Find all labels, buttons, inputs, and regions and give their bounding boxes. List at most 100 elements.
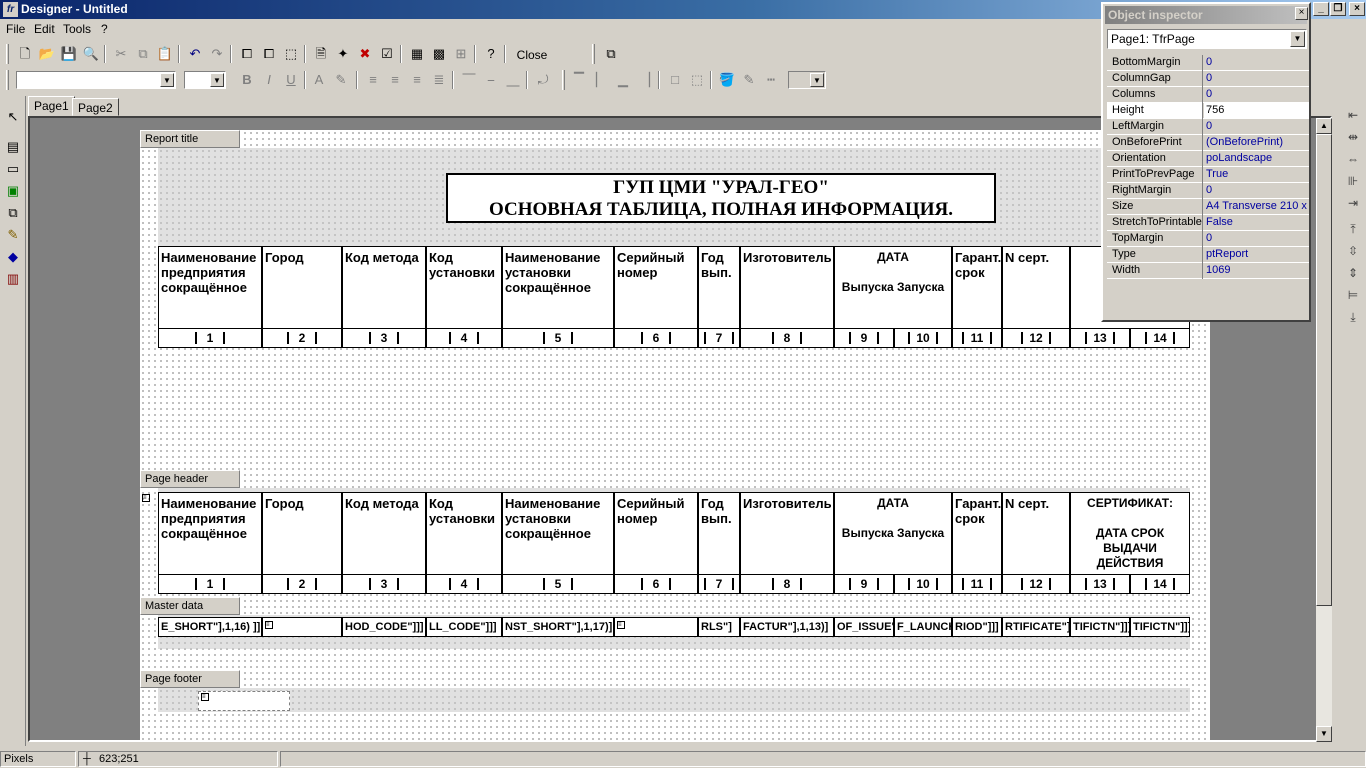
band-label[interactable]: Master data (140, 597, 240, 615)
header-cell[interactable]: Год вып. (698, 492, 740, 574)
show-grid-icon[interactable]: ▦ (406, 44, 428, 64)
add-page-icon[interactable]: 🗎 (310, 44, 332, 64)
header-cell[interactable]: СЕРТИФИКАТ: ДАТА СРОК ВЫДАЧИ ДЕЙСТВИЯ (1070, 492, 1190, 574)
column-number-cell[interactable]: 3 (342, 574, 426, 594)
undo-icon[interactable]: ↶ (184, 44, 206, 64)
center-horizontally-icon[interactable]: ⇔ (1344, 150, 1362, 168)
select-pointer-icon[interactable]: ↖ (4, 108, 22, 126)
report-page[interactable]: Report title ГУП ЦМИ "УРАЛ-ГЕО" ОСНОВНАЯ… (140, 130, 1210, 740)
close-button[interactable]: Close (508, 45, 556, 65)
column-number-cell[interactable]: 11 (952, 328, 1002, 348)
bring-to-front-icon[interactable]: ⧠ (236, 44, 258, 64)
property-value[interactable]: A4 Transverse 210 x 2 (1204, 199, 1309, 215)
font-name-select[interactable]: ▼ (16, 71, 176, 89)
column-number-cell[interactable]: 8 (740, 328, 834, 348)
header-cell[interactable]: Код установки (426, 492, 502, 574)
save-icon[interactable]: 💾 (58, 44, 80, 64)
scroll-thumb[interactable] (1316, 134, 1332, 606)
column-number-cell[interactable]: 2 (262, 574, 342, 594)
property-row[interactable]: Size A4 Transverse 210 x 2 (1107, 199, 1309, 215)
data-field[interactable]: LL_CODE"]]] (426, 617, 502, 637)
align-rights-icon[interactable]: ⇥ (1344, 194, 1362, 212)
close-icon[interactable]: × (1295, 7, 1308, 20)
property-row[interactable]: LeftMargin 0 (1107, 119, 1309, 135)
scroll-up-icon[interactable]: ▲ (1316, 118, 1332, 134)
rotate-text-icon[interactable]: ⤾ (532, 70, 554, 90)
band-page-footer[interactable]: Page footer ≡ (140, 670, 1210, 730)
data-field[interactable]: RTIFICATE"] (1002, 617, 1070, 637)
band-label[interactable]: Page header (140, 470, 240, 488)
data-field[interactable]: RIOD"]]] (952, 617, 1002, 637)
subreport-icon[interactable]: ⧉ (4, 204, 22, 222)
frame-style-icon[interactable]: ┅ (760, 70, 782, 90)
shape-object-icon[interactable]: ◆ (4, 248, 22, 266)
header-cell[interactable]: Код метода (342, 246, 426, 328)
property-row[interactable]: Orientation poLandscape (1107, 151, 1309, 167)
property-row[interactable]: StretchToPrintable False (1107, 215, 1309, 231)
property-value[interactable]: 0 (1204, 231, 1309, 247)
property-row[interactable]: Width 1069 (1107, 263, 1309, 279)
column-number-cell[interactable]: 7 (698, 574, 740, 594)
frame-color-icon[interactable]: ✎ (738, 70, 760, 90)
toolbar-grip[interactable] (592, 44, 595, 64)
property-row[interactable]: BottomMargin 0 (1107, 55, 1309, 71)
bold-icon[interactable]: B (236, 70, 258, 90)
column-number-cell[interactable]: 12 (1002, 574, 1070, 594)
data-field[interactable]: OF_ISSUE"] (834, 617, 894, 637)
column-number-cell[interactable]: 6 (614, 328, 698, 348)
data-field[interactable]: HOD_CODE"]]] (342, 617, 426, 637)
fit-to-grid-icon[interactable]: ⊞ (450, 44, 472, 64)
data-field[interactable]: ≡ (262, 617, 342, 637)
header-cell[interactable]: ДАТА Выпуска Запуска (834, 246, 952, 328)
header-cell[interactable]: Изготовитель (740, 492, 834, 574)
property-value[interactable]: 756 (1204, 103, 1309, 119)
band-label[interactable]: Page footer (140, 670, 240, 688)
font-size-select[interactable]: ▼ (184, 71, 226, 89)
data-field[interactable]: TIFICTN"]]] (1130, 617, 1190, 637)
header-cell[interactable]: N серт. (1002, 246, 1070, 328)
tab-page1[interactable]: Page1 (28, 96, 75, 117)
center-vertically-icon[interactable]: ⇕ (1344, 264, 1362, 282)
column-number-cell[interactable]: 1 (158, 574, 262, 594)
column-number-cell[interactable]: 11 (952, 574, 1002, 594)
property-row[interactable]: PrintToPrevPage True (1107, 167, 1309, 183)
help-icon[interactable]: ? (480, 44, 502, 64)
column-number-cell[interactable]: 6 (614, 574, 698, 594)
vertical-scrollbar[interactable]: ▲ ▼ (1316, 118, 1332, 742)
property-row[interactable]: Height 756 (1107, 103, 1309, 119)
frame-right-icon[interactable]: ▕ (634, 70, 656, 90)
property-value[interactable]: (OnBeforePrint) (1204, 135, 1309, 151)
frame-left-icon[interactable]: ▏ (590, 70, 612, 90)
toolbar-grip[interactable] (562, 70, 565, 90)
property-value[interactable]: 0 (1204, 55, 1309, 71)
select-all-icon[interactable]: ⬚ (280, 44, 302, 64)
column-number-cell[interactable]: 4 (426, 574, 502, 594)
header-cell[interactable]: ДАТА Выпуска Запуска (834, 492, 952, 574)
column-number-cell[interactable]: 10 (894, 574, 952, 594)
delete-page-icon[interactable]: ✖ (354, 44, 376, 64)
frame-width-select[interactable]: ▼ (788, 71, 826, 89)
copy-icon[interactable]: ⧉ (132, 44, 154, 64)
frame-all-icon[interactable]: □ (664, 70, 686, 90)
column-number-cell[interactable]: 9 (834, 328, 894, 348)
header-cell[interactable]: Наименование предприятия сокращённое (158, 492, 262, 574)
space-v-icon[interactable]: ⊨ (1344, 286, 1362, 304)
object-inspector-icon[interactable]: ⧉ (600, 44, 622, 64)
align-to-grid-icon[interactable]: ▩ (428, 44, 450, 64)
column-number-cell[interactable]: 2 (262, 328, 342, 348)
column-number-cell[interactable]: 5 (502, 328, 614, 348)
header-cell[interactable]: Город (262, 246, 342, 328)
picture-object-icon[interactable]: ▣ (4, 182, 22, 200)
footer-memo[interactable]: ≡ (198, 691, 290, 711)
band-report-title[interactable]: Report title ГУП ЦМИ "УРАЛ-ГЕО" ОСНОВНАЯ… (140, 130, 1210, 478)
fill-color-icon[interactable]: 🪣 (716, 70, 738, 90)
restore-button[interactable]: ❐ (1330, 2, 1346, 16)
underline-icon[interactable]: U (280, 70, 302, 90)
header-cell[interactable]: N серт. (1002, 492, 1070, 574)
header-cell[interactable]: Гарант. срок (952, 492, 1002, 574)
justify-icon[interactable]: ≣ (428, 70, 450, 90)
header-cell[interactable]: Серийный номер (614, 246, 698, 328)
header-cell[interactable]: Год вып. (698, 246, 740, 328)
property-value[interactable]: 0 (1204, 183, 1309, 199)
property-value[interactable]: 1069 (1204, 263, 1309, 279)
